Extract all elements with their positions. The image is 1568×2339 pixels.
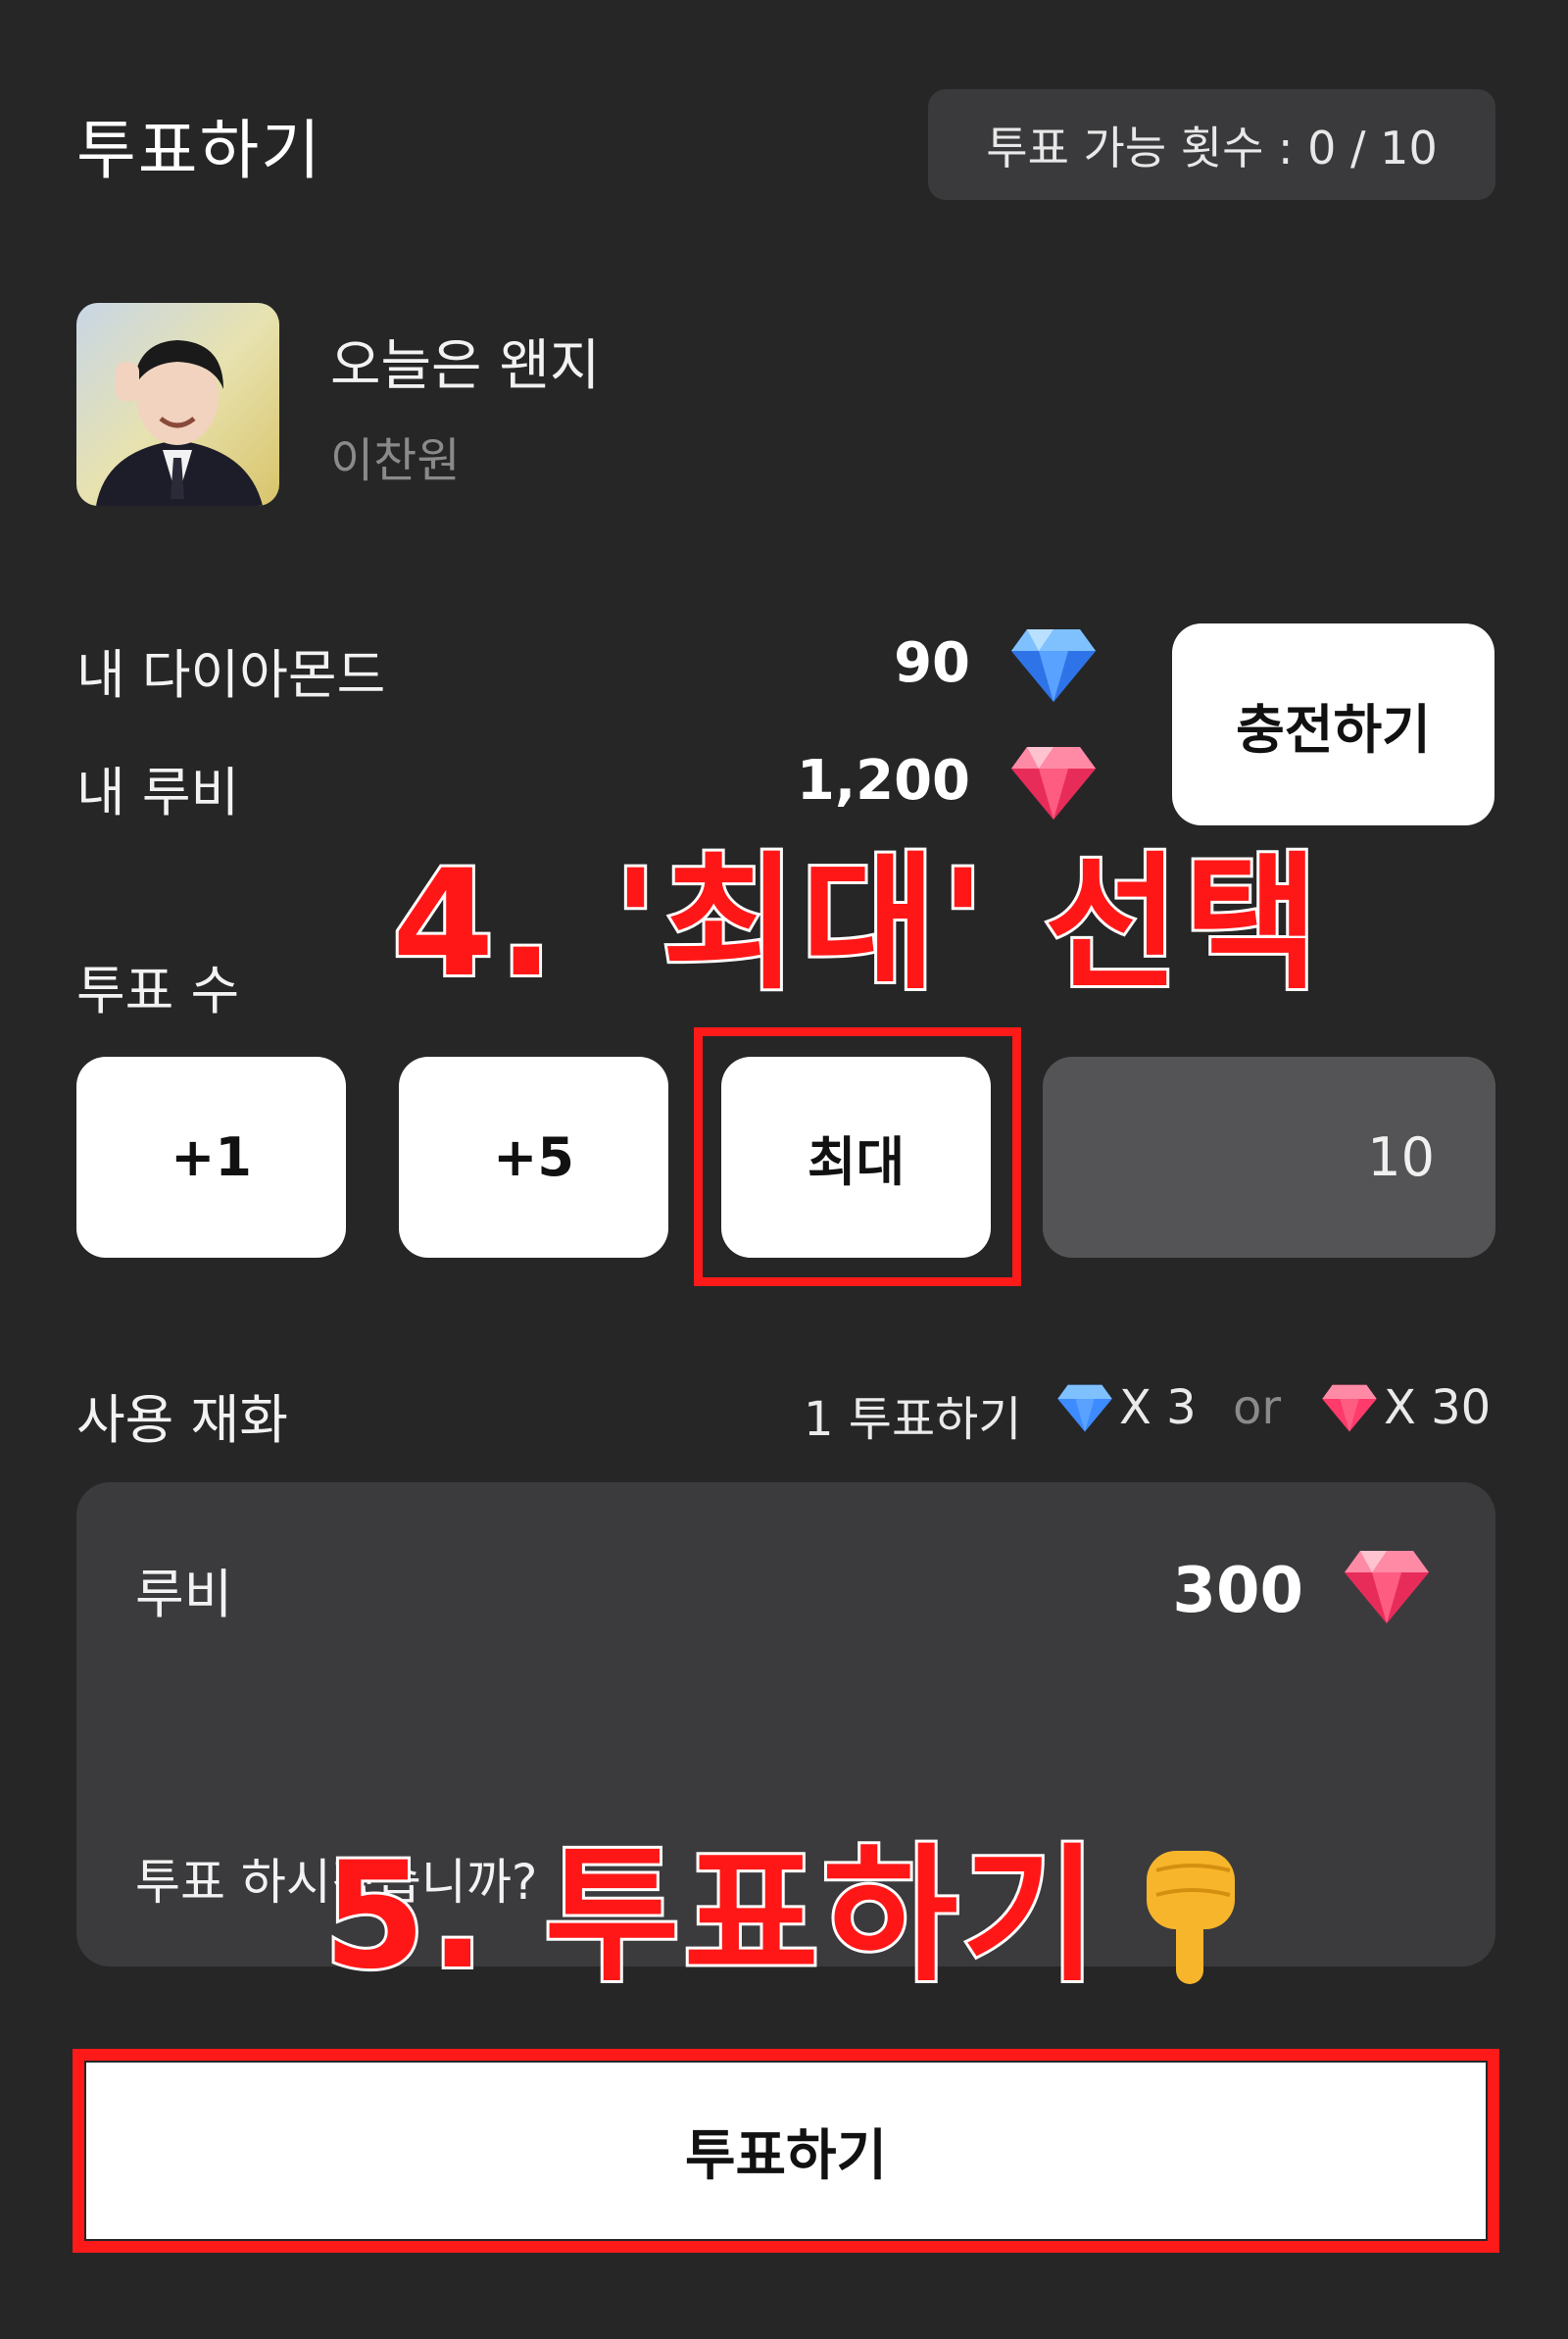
diamond-icon [1009, 625, 1098, 704]
plus-one-button[interactable]: +1 [76, 1057, 346, 1258]
pointing-down-hand-icon [1137, 1841, 1245, 1988]
ruby-balance-label: 내 루비 [76, 762, 240, 823]
vote-count-field[interactable]: 10 [1043, 1057, 1495, 1258]
step4-annotation: 4. '최대' 선택 [389, 839, 1323, 1010]
ruby-balance-value: 1,200 [796, 749, 970, 813]
artist-avatar [76, 303, 279, 506]
diamond-rate: X 3 [1119, 1380, 1197, 1435]
charge-button[interactable]: 충전하기 [1172, 623, 1494, 825]
vote-count-badge: 투표 가능 횟수 : 0 / 10 [928, 89, 1495, 200]
diamond-balance-value: 90 [894, 631, 970, 695]
or-text: or [1233, 1380, 1282, 1435]
selected-currency-name: 루비 [135, 1564, 233, 1625]
rate-prefix: 1 투표하기 [804, 1392, 1022, 1447]
vote-count-label: 투표 수 [76, 960, 240, 1021]
ruby-icon [1321, 1382, 1378, 1433]
diamond-balance-label: 내 다이아몬드 [76, 644, 386, 706]
selected-currency-amount: 300 [1172, 1555, 1303, 1627]
step5-annotation: 5. 투표하기 [320, 1831, 1102, 2002]
diamond-icon [1056, 1382, 1113, 1433]
ruby-icon [1009, 743, 1098, 821]
ruby-rate: X 30 [1384, 1380, 1492, 1435]
page-title: 투표하기 [76, 113, 322, 188]
vote-button[interactable]: 투표하기 [86, 2063, 1486, 2239]
song-title: 오늘은 왠지 [330, 334, 601, 398]
artist-name: 이찬원 [330, 433, 461, 488]
ruby-icon [1343, 1547, 1431, 1625]
currency-label: 사용 재화 [76, 1389, 288, 1451]
plus-five-button[interactable]: +5 [399, 1057, 668, 1258]
max-highlight-box [694, 1027, 1021, 1286]
